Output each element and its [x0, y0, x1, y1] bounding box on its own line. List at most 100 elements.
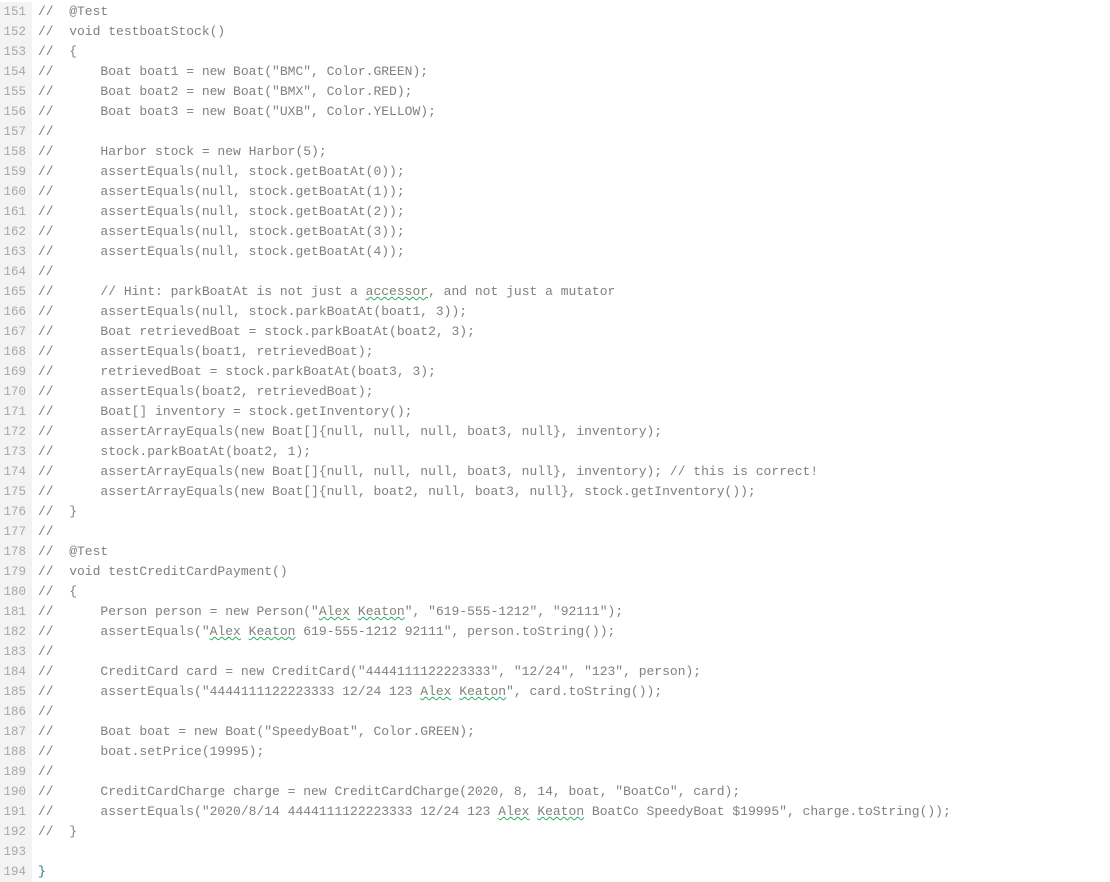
code-line[interactable]: 166// assertEquals(null, stock.parkBoatA… — [0, 302, 1110, 322]
line-number: 152 — [0, 22, 32, 42]
code-token: // — [38, 564, 61, 579]
code-line[interactable]: 192// } — [0, 822, 1110, 842]
code-content[interactable]: // — [32, 522, 54, 542]
code-token: // — [38, 464, 61, 479]
line-number: 186 — [0, 702, 32, 722]
line-number: 176 — [0, 502, 32, 522]
code-line[interactable]: 187// Boat boat = new Boat("SpeedyBoat",… — [0, 722, 1110, 742]
code-line[interactable]: 157// — [0, 122, 1110, 142]
code-line[interactable]: 173// stock.parkBoatAt(boat2, 1); — [0, 442, 1110, 462]
code-content[interactable]: // assertEquals(boat2, retrievedBoat); — [32, 382, 373, 402]
code-line[interactable]: 177// — [0, 522, 1110, 542]
code-content[interactable]: // Boat boat3 = new Boat("UXB", Color.YE… — [32, 102, 436, 122]
code-content[interactable]: // CreditCard card = new CreditCard("444… — [32, 662, 701, 682]
code-line[interactable]: 159// assertEquals(null, stock.getBoatAt… — [0, 162, 1110, 182]
code-content[interactable]: // — [32, 762, 54, 782]
code-content[interactable]: // assertEquals("Alex Keaton 619-555-121… — [32, 622, 615, 642]
code-content[interactable]: // — [32, 262, 54, 282]
code-content[interactable]: // // Hint: parkBoatAt is not just a acc… — [32, 282, 615, 302]
code-content[interactable]: // @Test — [32, 542, 108, 562]
code-content[interactable]: // { — [32, 582, 77, 602]
code-content[interactable]: // — [32, 702, 54, 722]
code-line[interactable]: 194} — [0, 862, 1110, 882]
code-line[interactable]: 193 — [0, 842, 1110, 862]
code-line[interactable]: 155// Boat boat2 = new Boat("BMX", Color… — [0, 82, 1110, 102]
code-content[interactable]: // assertEquals(null, stock.getBoatAt(2)… — [32, 202, 405, 222]
code-line[interactable]: 168// assertEquals(boat1, retrievedBoat)… — [0, 342, 1110, 362]
code-editor[interactable]: 151// @Test152// void testboatStock()153… — [0, 0, 1110, 882]
code-token: assertEquals(null, stock.getBoatAt(4)); — [61, 244, 404, 259]
code-token — [241, 624, 249, 639]
code-content[interactable]: // boat.setPrice(19995); — [32, 742, 264, 762]
code-line[interactable]: 180// { — [0, 582, 1110, 602]
code-content[interactable]: // assertArrayEquals(new Boat[]{null, bo… — [32, 482, 756, 502]
code-content[interactable]: // assertEquals(boat1, retrievedBoat); — [32, 342, 373, 362]
code-line[interactable]: 165// // Hint: parkBoatAt is not just a … — [0, 282, 1110, 302]
code-line[interactable]: 186 // — [0, 702, 1110, 722]
code-line[interactable]: 172// assertArrayEquals(new Boat[]{null,… — [0, 422, 1110, 442]
code-token: } — [61, 504, 77, 519]
code-content[interactable]: // @Test — [32, 2, 108, 22]
code-content[interactable]: // Boat boat = new Boat("SpeedyBoat", Co… — [32, 722, 475, 742]
code-content[interactable]: // assertEquals(null, stock.getBoatAt(3)… — [32, 222, 405, 242]
code-content[interactable]: // assertArrayEquals(new Boat[]{null, nu… — [32, 462, 818, 482]
code-line[interactable]: 176// } — [0, 502, 1110, 522]
code-content[interactable]: // void testboatStock() — [32, 22, 225, 42]
code-line[interactable]: 178// @Test — [0, 542, 1110, 562]
code-content[interactable]: } — [32, 862, 46, 882]
code-content[interactable]: // { — [32, 42, 77, 62]
code-line[interactable]: 189// — [0, 762, 1110, 782]
code-content[interactable]: // assertEquals("2020/8/14 4444111122223… — [32, 802, 951, 822]
code-line[interactable]: 175// assertArrayEquals(new Boat[]{null,… — [0, 482, 1110, 502]
code-content[interactable]: // assertEquals("4444111122223333 12/24 … — [32, 682, 662, 702]
code-content[interactable]: // assertEquals(null, stock.getBoatAt(1)… — [32, 182, 405, 202]
code-content[interactable]: // Harbor stock = new Harbor(5); — [32, 142, 327, 162]
line-number: 167 — [0, 322, 32, 342]
code-content[interactable]: // retrievedBoat = stock.parkBoatAt(boat… — [32, 362, 436, 382]
code-line[interactable]: 188// boat.setPrice(19995); — [0, 742, 1110, 762]
code-token: // — [38, 544, 61, 559]
code-content[interactable]: // Boat boat2 = new Boat("BMX", Color.RE… — [32, 82, 412, 102]
code-line[interactable]: 183// — [0, 642, 1110, 662]
code-content[interactable]: // — [32, 122, 54, 142]
code-token: Boat boat = new Boat("SpeedyBoat", Color… — [61, 724, 474, 739]
code-line[interactable]: 184// CreditCard card = new CreditCard("… — [0, 662, 1110, 682]
code-line[interactable]: 162// assertEquals(null, stock.getBoatAt… — [0, 222, 1110, 242]
code-content[interactable]: // assertEquals(null, stock.getBoatAt(4)… — [32, 242, 405, 262]
code-content[interactable]: // assertEquals(null, stock.parkBoatAt(b… — [32, 302, 467, 322]
code-content[interactable]: // stock.parkBoatAt(boat2, 1); — [32, 442, 311, 462]
code-content[interactable]: // CreditCardCharge charge = new CreditC… — [32, 782, 740, 802]
code-content[interactable]: // assertEquals(null, stock.getBoatAt(0)… — [32, 162, 405, 182]
code-content[interactable]: // } — [32, 822, 77, 842]
code-line[interactable]: 185// assertEquals("4444111122223333 12/… — [0, 682, 1110, 702]
code-content[interactable]: // Boat boat1 = new Boat("BMC", Color.GR… — [32, 62, 428, 82]
code-line[interactable]: 181// Person person = new Person("Alex K… — [0, 602, 1110, 622]
code-content[interactable]: // Boat[] inventory = stock.getInventory… — [32, 402, 412, 422]
code-content[interactable]: // } — [32, 502, 77, 522]
code-line[interactable]: 163// assertEquals(null, stock.getBoatAt… — [0, 242, 1110, 262]
code-line[interactable]: 152// void testboatStock() — [0, 22, 1110, 42]
code-token: // — [38, 704, 54, 719]
code-line[interactable]: 190// CreditCardCharge charge = new Cred… — [0, 782, 1110, 802]
code-line[interactable]: 174// assertArrayEquals(new Boat[]{null,… — [0, 462, 1110, 482]
code-line[interactable]: 164// — [0, 262, 1110, 282]
code-line[interactable]: 167// Boat retrievedBoat = stock.parkBoa… — [0, 322, 1110, 342]
code-content[interactable]: // assertArrayEquals(new Boat[]{null, nu… — [32, 422, 662, 442]
code-line[interactable]: 160// assertEquals(null, stock.getBoatAt… — [0, 182, 1110, 202]
code-line[interactable]: 151// @Test — [0, 2, 1110, 22]
code-line[interactable]: 158// Harbor stock = new Harbor(5); — [0, 142, 1110, 162]
code-line[interactable]: 170// assertEquals(boat2, retrievedBoat)… — [0, 382, 1110, 402]
code-line[interactable]: 154// Boat boat1 = new Boat("BMC", Color… — [0, 62, 1110, 82]
code-line[interactable]: 171// Boat[] inventory = stock.getInvent… — [0, 402, 1110, 422]
code-content[interactable]: // void testCreditCardPayment() — [32, 562, 288, 582]
code-line[interactable]: 182// assertEquals("Alex Keaton 619-555-… — [0, 622, 1110, 642]
code-content[interactable]: // — [32, 642, 54, 662]
code-line[interactable]: 161// assertEquals(null, stock.getBoatAt… — [0, 202, 1110, 222]
code-content[interactable]: // Person person = new Person("Alex Keat… — [32, 602, 623, 622]
code-line[interactable]: 191// assertEquals("2020/8/14 4444111122… — [0, 802, 1110, 822]
code-line[interactable]: 156// Boat boat3 = new Boat("UXB", Color… — [0, 102, 1110, 122]
code-line[interactable]: 179// void testCreditCardPayment() — [0, 562, 1110, 582]
code-line[interactable]: 153// { — [0, 42, 1110, 62]
code-content[interactable]: // Boat retrievedBoat = stock.parkBoatAt… — [32, 322, 475, 342]
code-line[interactable]: 169// retrievedBoat = stock.parkBoatAt(b… — [0, 362, 1110, 382]
